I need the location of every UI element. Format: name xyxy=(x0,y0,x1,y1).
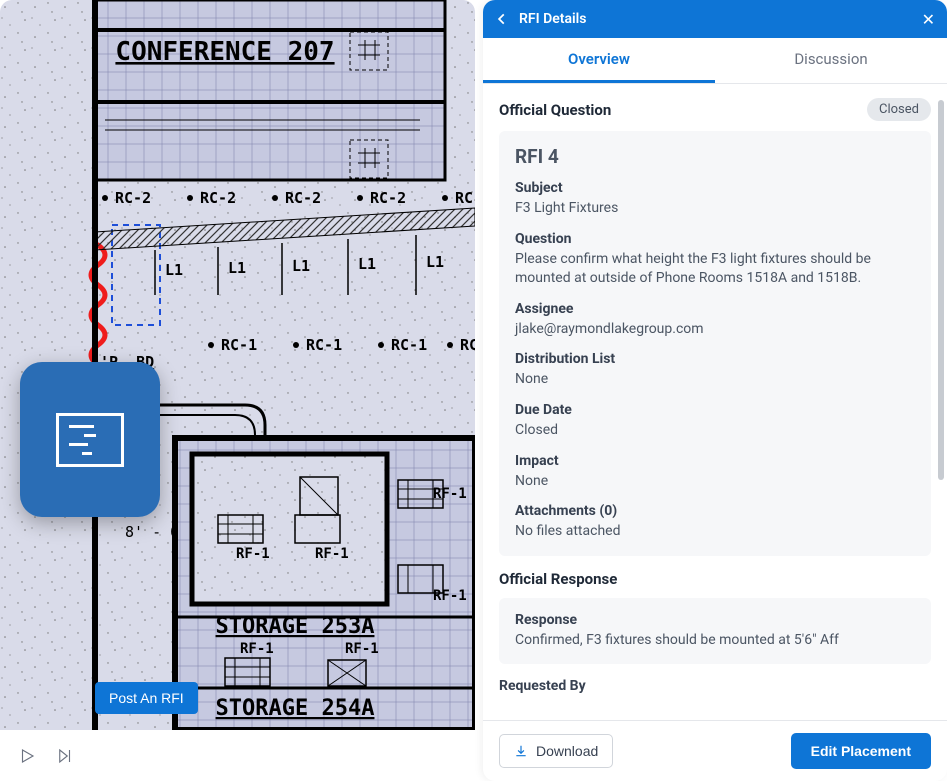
svg-text:RC-1: RC-1 xyxy=(306,336,342,354)
svg-text:L1: L1 xyxy=(292,257,310,275)
blueprint-viewer[interactable]: CONFERENCE 207 RC-2 RC-2 RC-2 RC-2 RC-2 xyxy=(0,0,475,781)
tab-discussion[interactable]: Discussion xyxy=(715,38,947,83)
download-button[interactable]: Download xyxy=(499,734,613,768)
dist-label: Distribution List xyxy=(515,351,915,367)
subject-value: F3 Light Fixtures xyxy=(515,199,915,219)
play-icon[interactable] xyxy=(18,747,36,765)
question-value: Please confirm what height the F3 light … xyxy=(515,250,915,289)
assignee-label: Assignee xyxy=(515,301,915,317)
panel-footer: Download Edit Placement xyxy=(483,720,947,781)
attach-value: No files attached xyxy=(515,522,915,542)
close-icon[interactable]: ✕ xyxy=(922,10,935,29)
rfi-title: RFI 4 xyxy=(515,145,915,168)
official-question-heading: Official Question xyxy=(499,101,611,119)
svg-text:L1: L1 xyxy=(228,259,246,277)
svg-text:RC-2: RC-2 xyxy=(200,189,236,207)
official-response-heading: Official Response xyxy=(499,570,931,588)
scrollbar[interactable] xyxy=(938,100,944,480)
svg-text:RF-1: RF-1 xyxy=(433,588,467,604)
svg-text:RC-2: RC-2 xyxy=(115,189,151,207)
response-value: Confirmed, F3 fixtures should be mounted… xyxy=(515,631,915,651)
next-icon[interactable] xyxy=(56,747,74,765)
assignee-value: jlake@raymondlakegroup.com xyxy=(515,320,915,340)
question-label: Question xyxy=(515,231,915,247)
svg-text:RF-1: RF-1 xyxy=(236,546,270,562)
rfi-marker-icon[interactable] xyxy=(20,362,160,517)
svg-text:RC-2: RC-2 xyxy=(370,189,406,207)
playback-controls xyxy=(0,730,475,781)
svg-text:RC-2: RC-2 xyxy=(455,189,475,207)
panel-header: RFI Details ✕ xyxy=(483,0,947,38)
question-card: RFI 4 Subject F3 Light Fixtures Question… xyxy=(499,131,931,556)
room-label-storage-b: STORAGE 254A xyxy=(216,696,375,721)
blueprint-canvas[interactable]: CONFERENCE 207 RC-2 RC-2 RC-2 RC-2 RC-2 xyxy=(0,0,475,730)
dist-value: None xyxy=(515,370,915,390)
svg-text:L1: L1 xyxy=(426,253,444,271)
impact-label: Impact xyxy=(515,453,915,469)
download-icon xyxy=(514,744,528,758)
response-label: Response xyxy=(515,612,915,628)
response-card: Response Confirmed, F3 fixtures should b… xyxy=(499,598,931,665)
svg-text:RC-1: RC-1 xyxy=(221,336,257,354)
status-badge: Closed xyxy=(867,98,931,121)
due-label: Due Date xyxy=(515,402,915,418)
svg-text:RC-1: RC-1 xyxy=(391,336,427,354)
attach-label: Attachments (0) xyxy=(515,503,915,519)
panel-title: RFI Details xyxy=(519,11,912,27)
tabs: Overview Discussion xyxy=(483,38,947,84)
svg-text:RF-1: RF-1 xyxy=(315,546,349,562)
svg-text:RF-1: RF-1 xyxy=(433,486,467,502)
panel-body[interactable]: Official Question Closed RFI 4 Subject F… xyxy=(483,84,947,720)
due-value: Closed xyxy=(515,421,915,441)
impact-value: None xyxy=(515,472,915,492)
subject-label: Subject xyxy=(515,180,915,196)
back-chevron-icon[interactable] xyxy=(495,12,509,26)
document-icon xyxy=(56,413,124,467)
rfi-details-panel: RFI Details ✕ Overview Discussion Offici… xyxy=(483,0,947,781)
requested-by-heading: Requested By xyxy=(499,678,931,694)
room-label-conference: CONFERENCE 207 xyxy=(115,37,334,67)
svg-text:L1: L1 xyxy=(358,255,376,273)
edit-placement-button[interactable]: Edit Placement xyxy=(791,733,931,769)
post-rfi-button[interactable]: Post An RFI xyxy=(95,682,198,714)
tab-overview[interactable]: Overview xyxy=(483,38,715,83)
svg-text:RF-1: RF-1 xyxy=(345,641,379,657)
download-label: Download xyxy=(536,743,598,759)
svg-text:L1: L1 xyxy=(165,261,183,279)
svg-text:RC-2: RC-2 xyxy=(285,189,321,207)
room-label-storage-a: STORAGE 253A xyxy=(216,614,375,639)
svg-text:RF-1: RF-1 xyxy=(240,641,274,657)
svg-text:RC-1: RC-1 xyxy=(460,336,475,354)
